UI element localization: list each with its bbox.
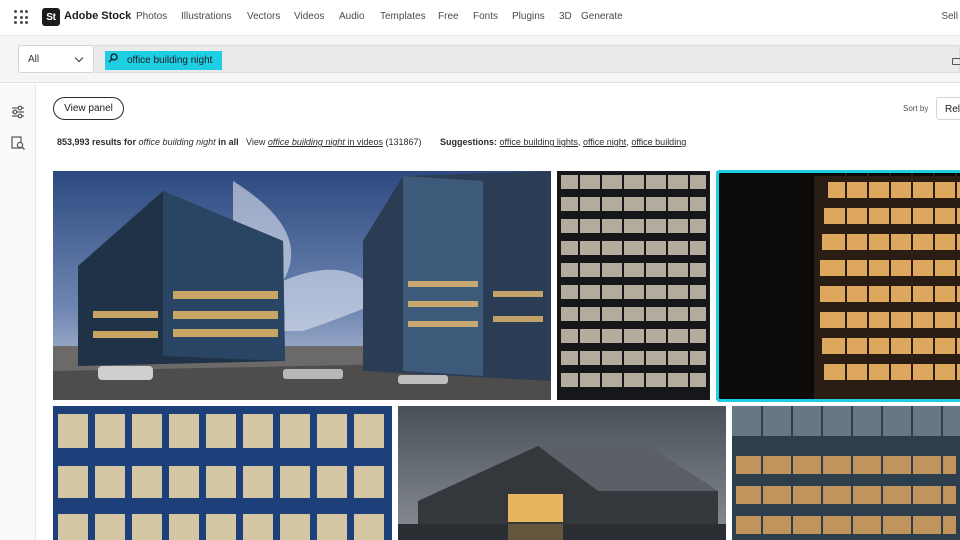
results-count: 853,993 results for <box>57 137 139 147</box>
nav-link-generate[interactable]: Generate <box>581 11 623 22</box>
similar-search-icon[interactable] <box>10 135 26 151</box>
filters-icon[interactable] <box>10 104 26 120</box>
brand-name[interactable]: Adobe Stock <box>64 10 131 22</box>
view-prefix: View <box>246 137 268 147</box>
top-nav: St Adobe Stock Photos Illustrations Vect… <box>0 0 960 36</box>
nav-links: Photos Illustrations Vectors Videos Audi… <box>136 11 623 22</box>
result-image[interactable] <box>398 406 726 540</box>
search-bar: All office building night <box>0 36 960 83</box>
video-count: (131867) <box>382 137 422 147</box>
suggestion-link[interactable]: office building lights <box>500 137 578 147</box>
left-rail <box>0 84 36 540</box>
nav-link-photos[interactable]: Photos <box>136 11 181 22</box>
sort-by-label: Sort by <box>903 104 929 113</box>
asset-type-select[interactable]: All <box>18 45 94 73</box>
nav-link-sell[interactable]: Sell <box>941 11 958 22</box>
chevron-down-icon <box>74 53 84 63</box>
suggestion-link[interactable]: office night <box>583 137 626 147</box>
camera-search-icon[interactable] <box>952 58 960 65</box>
search-query: office building night <box>127 55 213 66</box>
result-image-selected[interactable] <box>716 170 960 402</box>
nav-link-vectors[interactable]: Vectors <box>247 11 294 22</box>
nav-link-templates[interactable]: Templates <box>380 11 438 22</box>
results-summary: 853,993 results for office building nigh… <box>57 137 239 147</box>
asset-type-value: All <box>28 54 40 65</box>
nav-link-3d[interactable]: 3D <box>559 11 581 22</box>
result-image[interactable] <box>732 406 960 540</box>
suggestions-label: Suggestions: <box>440 137 498 147</box>
result-image[interactable] <box>53 406 392 540</box>
search-input[interactable]: office building night <box>94 45 960 73</box>
nav-link-plugins[interactable]: Plugins <box>512 11 559 22</box>
view-videos-link[interactable]: office building night <box>268 137 345 147</box>
adobe-stock-logo[interactable]: St <box>42 8 60 26</box>
nav-link-free[interactable]: Free <box>438 11 473 22</box>
suggestion-link[interactable]: office building <box>631 137 686 147</box>
result-image[interactable] <box>557 171 710 400</box>
results-scope: in all <box>215 137 239 147</box>
result-image[interactable] <box>53 171 551 400</box>
view-videos-link-suffix[interactable]: in videos <box>345 137 383 147</box>
suggestions: Suggestions: office building lights, off… <box>440 137 687 147</box>
search-icon <box>108 53 118 63</box>
view-panel-button[interactable]: View panel <box>53 97 124 120</box>
nav-link-fonts[interactable]: Fonts <box>473 11 512 22</box>
apps-grid-icon[interactable] <box>14 10 28 24</box>
nav-link-illustrations[interactable]: Illustrations <box>181 11 247 22</box>
results-query: office building night <box>138 137 216 147</box>
nav-link-audio[interactable]: Audio <box>339 11 380 22</box>
view-in-videos: View office building night in videos (13… <box>246 137 421 147</box>
nav-link-videos[interactable]: Videos <box>294 11 339 22</box>
sort-select[interactable]: Rele <box>936 97 960 120</box>
